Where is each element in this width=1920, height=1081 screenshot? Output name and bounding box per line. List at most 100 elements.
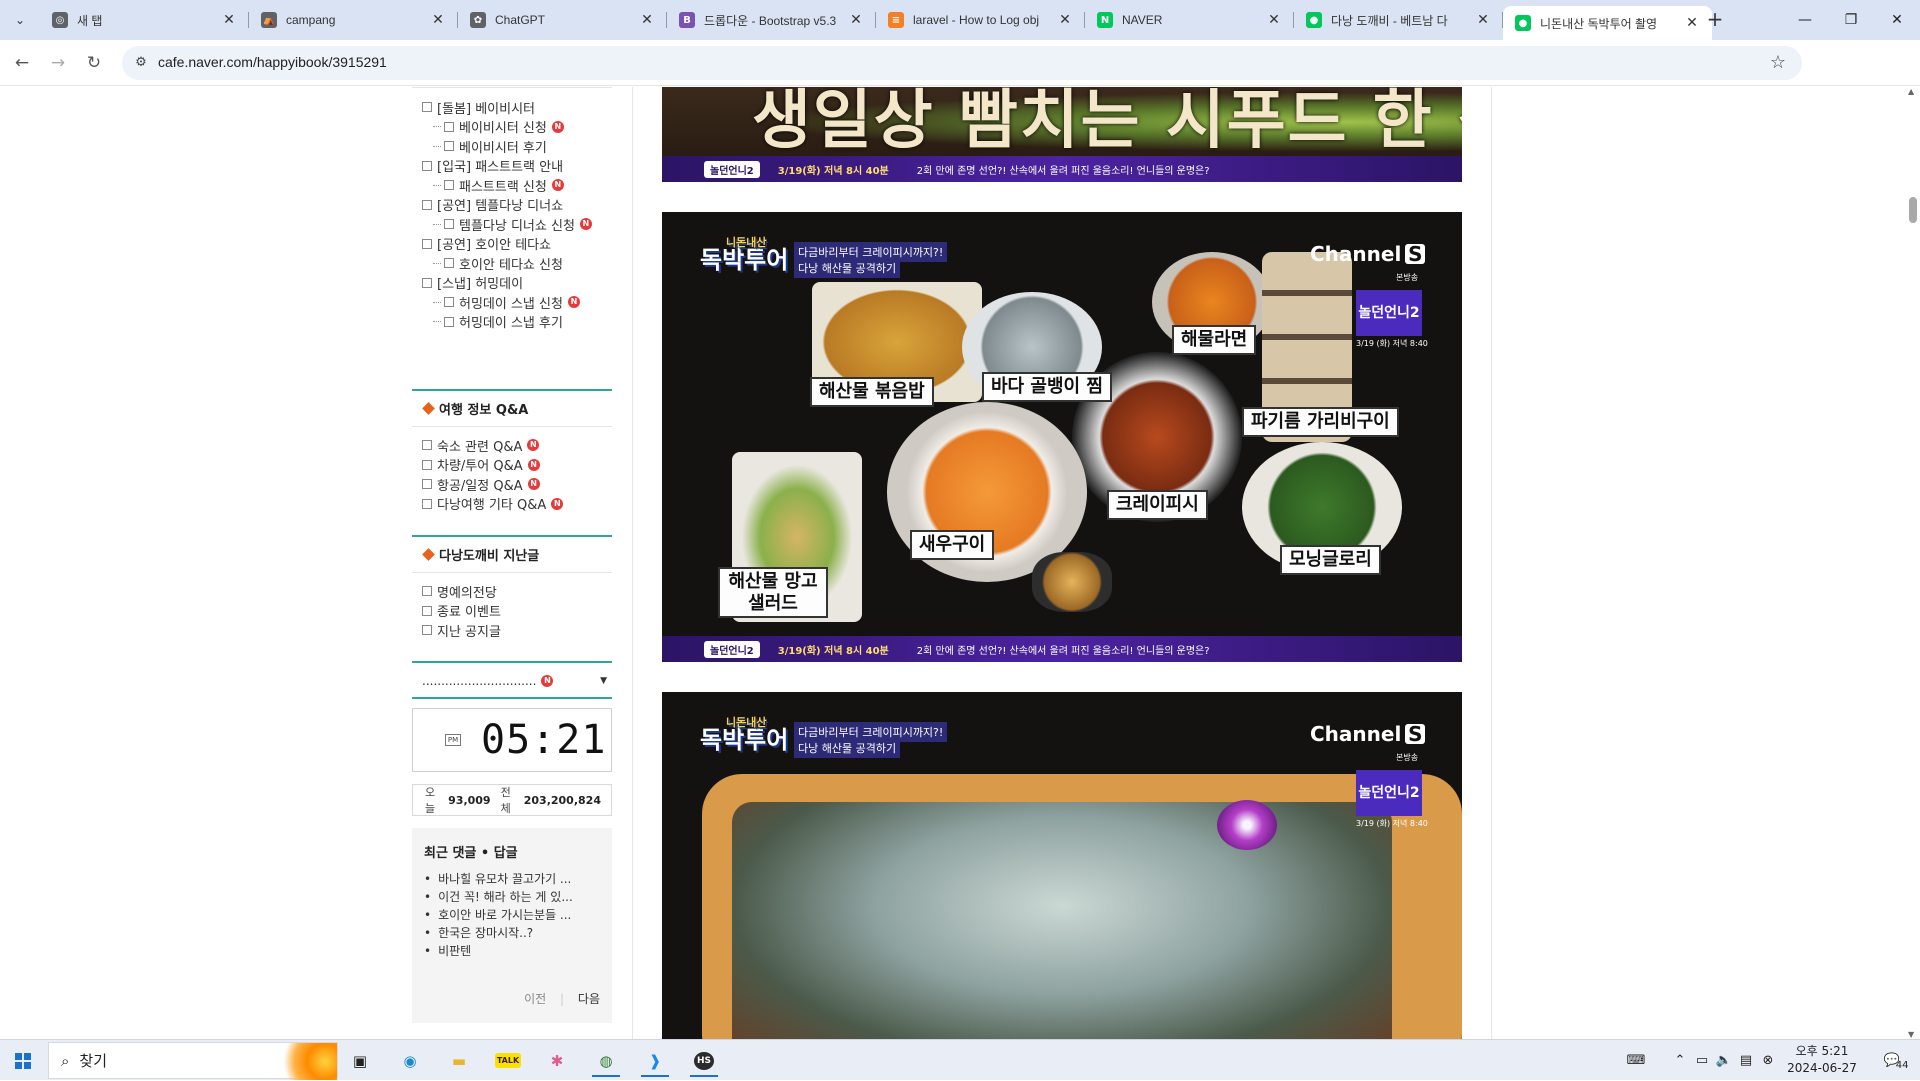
section-past-header: 다낭도깨비 지난글 [412, 535, 612, 573]
task-view-icon[interactable]: ▣ [340, 1044, 380, 1077]
show-logo-text: 독박투어 [700, 246, 789, 274]
scroll-down-icon[interactable]: ▼ [1908, 1030, 1914, 1039]
url-text[interactable]: cafe.naver.com/happyibook/3915291 [158, 54, 387, 70]
show-badge: 놀던언니2 [1356, 770, 1422, 816]
channel-logo: Channel S [1310, 242, 1426, 266]
banner-tag: 놀던언니2 [704, 640, 760, 658]
channel-s-icon: S [1405, 724, 1426, 744]
sidebar-menu-item[interactable]: 베이비시터 신청 N [433, 117, 564, 137]
tab-favicon-icon: ● [1515, 15, 1531, 31]
tab-title: NAVER [1122, 13, 1163, 27]
heidisql-icon[interactable]: HS [684, 1044, 724, 1077]
browser-tab[interactable]: ⛺ campang ✕ [249, 0, 458, 40]
tab-close-icon[interactable]: ✕ [1057, 12, 1073, 28]
channel-name: Channel [1310, 242, 1402, 266]
sidebar-menu-item[interactable]: [돌봄] 베이비시터 [422, 97, 535, 117]
browser-tab[interactable]: ● 니돈내산 독박투어 촬영 ✕ [1503, 6, 1712, 40]
channel-sub: 본방송 [1396, 753, 1419, 762]
tray-expand-icon[interactable]: ⌃ [1670, 1040, 1690, 1081]
site-info-icon[interactable]: ⚙ [132, 54, 150, 72]
sidebar-menu-item[interactable]: 항공/일정 Q&A N [422, 474, 540, 494]
sidebar-menu-item[interactable]: 종료 이벤트 [422, 601, 501, 621]
sidebar-menu-item[interactable]: [공연] 호이안 테다쇼 [422, 234, 551, 254]
chrome-icon[interactable]: ◍ [586, 1044, 626, 1077]
scrollbar-thumb[interactable] [1909, 197, 1917, 223]
forward-button[interactable]: → [44, 49, 72, 77]
browser-tab[interactable]: ≡ laravel - How to Log obj ✕ [876, 0, 1085, 40]
address-bar[interactable]: ⚙ cafe.naver.com/happyibook/3915291 ☆ [122, 46, 1802, 80]
reload-button[interactable]: ↻ [80, 49, 108, 77]
browser-tab[interactable]: N NAVER ✕ [1085, 0, 1294, 40]
sidebar-menu-item[interactable]: 지난 공지글 [422, 620, 501, 640]
channel-logo: Channel S [1310, 722, 1426, 746]
vscode-icon[interactable]: ❱ [635, 1044, 675, 1077]
sidebar-menu-item[interactable]: 호이안 테다쇼 신청 [433, 253, 563, 273]
tree-connector [433, 223, 441, 225]
orchid-garnish [1217, 800, 1277, 850]
start-button[interactable] [0, 1040, 46, 1081]
board-icon [444, 297, 454, 307]
status-icon[interactable]: ⊗ [1758, 1040, 1778, 1081]
tab-favicon-icon: ◎ [52, 12, 68, 28]
page-scrollbar[interactable]: ▲ ▼ [1905, 87, 1920, 1039]
diamond-icon [422, 402, 435, 415]
sidebar-menu-item[interactable]: [공연] 템플다낭 디너쇼 [422, 195, 563, 215]
browser-tab[interactable]: ✿ ChatGPT ✕ [458, 0, 667, 40]
label-shrimp: 새우구이 [910, 530, 995, 560]
board-dropdown[interactable]: .............................. N ▼ [422, 669, 607, 693]
keyboard-icon[interactable]: ⌨ [1624, 1040, 1648, 1081]
edge-icon[interactable]: ◉ [390, 1044, 430, 1077]
slack-icon[interactable]: ✱ [537, 1044, 577, 1077]
sidebar-menu-item[interactable]: [스냅] 허밍데이 [422, 273, 523, 293]
tab-close-icon[interactable]: ✕ [221, 12, 237, 28]
recent-comment-item[interactable]: 바나힐 유모차 끌고가기 ... [424, 870, 571, 887]
back-arrow-icon: ← [14, 53, 30, 73]
board-icon [422, 238, 432, 249]
banner-date: 3/19(화) 저녁 8시 40분 [777, 645, 889, 657]
back-button[interactable]: ← [8, 49, 36, 77]
recent-comment-item[interactable]: 이건 꼭! 해라 하는 게 있... [424, 888, 573, 905]
sidebar-menu-item[interactable]: 숙소 관련 Q&A N [422, 435, 540, 455]
minimize-button[interactable]: — [1782, 0, 1828, 40]
tab-close-icon[interactable]: ✕ [848, 12, 864, 28]
recent-comment-item[interactable]: 한국은 장마시작..? [424, 924, 533, 941]
sidebar-menu-label: 차량/투어 Q&A [437, 459, 523, 474]
recent-comment-item[interactable]: 비판텐 [424, 942, 471, 959]
sidebar-menu-item[interactable]: 차량/투어 Q&A N [422, 455, 540, 475]
scroll-up-icon[interactable]: ▲ [1908, 87, 1914, 96]
bookmark-star-icon[interactable]: ☆ [1770, 52, 1786, 73]
tab-close-icon[interactable]: ✕ [1266, 12, 1282, 28]
browser-tab[interactable]: ● 다낭 도깨비 - 베트남 다 ✕ [1294, 0, 1503, 40]
new-badge: N [541, 675, 554, 687]
taskbar-search[interactable]: ⌕ 찾기 [48, 1042, 338, 1080]
meet-icon[interactable]: ▭ [1692, 1040, 1712, 1081]
new-tab-button[interactable]: + [1703, 8, 1727, 32]
tab-search-button[interactable]: ⌄ [8, 8, 32, 32]
channel-name: Channel [1310, 722, 1402, 746]
sidebar-menu-item[interactable]: 다낭여행 기타 Q&A N [422, 494, 564, 514]
restore-button[interactable]: ❐ [1828, 0, 1874, 40]
taskbar-clock[interactable]: 오후 5:21 2024-06-27 [1780, 1043, 1864, 1079]
tab-close-icon[interactable]: ✕ [430, 12, 446, 28]
close-window-button[interactable]: ✕ [1874, 0, 1920, 40]
network-icon[interactable]: ▤ [1736, 1040, 1756, 1081]
sidebar-menu-item[interactable]: 패스트트랙 신청 N [433, 175, 564, 195]
sidebar-menu-item[interactable]: 템플다낭 디너쇼 신청 N [433, 214, 592, 234]
browser-tab[interactable]: B 드롭다운 - Bootstrap v5.3 ✕ [667, 0, 876, 40]
recent-comment-item[interactable]: 호이안 바로 가시는분들 ... [424, 906, 571, 923]
sidebar-menu-item[interactable]: [입국] 패스트트랙 안내 [422, 156, 563, 176]
next-button[interactable]: 다음 [578, 992, 600, 1006]
tab-close-icon[interactable]: ✕ [639, 12, 655, 28]
volume-icon[interactable]: 🔈 [1714, 1040, 1734, 1081]
file-explorer-icon[interactable]: ▬ [439, 1044, 479, 1077]
sidebar-menu-item[interactable]: 베이비시터 후기 [433, 136, 547, 156]
sidebar-menu-item[interactable]: 명예의전당 [422, 581, 497, 601]
tab-close-icon[interactable]: ✕ [1475, 12, 1491, 28]
sidebar-menu-item[interactable]: 허밍데이 스냅 후기 [433, 312, 563, 332]
sidebar-menu-item[interactable]: 허밍데이 스냅 신청 N [433, 292, 580, 312]
notification-button[interactable]: 💬 44 [1876, 1040, 1916, 1081]
tab-close-icon[interactable]: ✕ [1684, 15, 1700, 31]
kakaotalk-icon[interactable]: TALK [488, 1044, 528, 1077]
prev-button[interactable]: 이전 [524, 992, 546, 1006]
browser-tab[interactable]: ◎ 새 탭 ✕ [40, 0, 249, 40]
